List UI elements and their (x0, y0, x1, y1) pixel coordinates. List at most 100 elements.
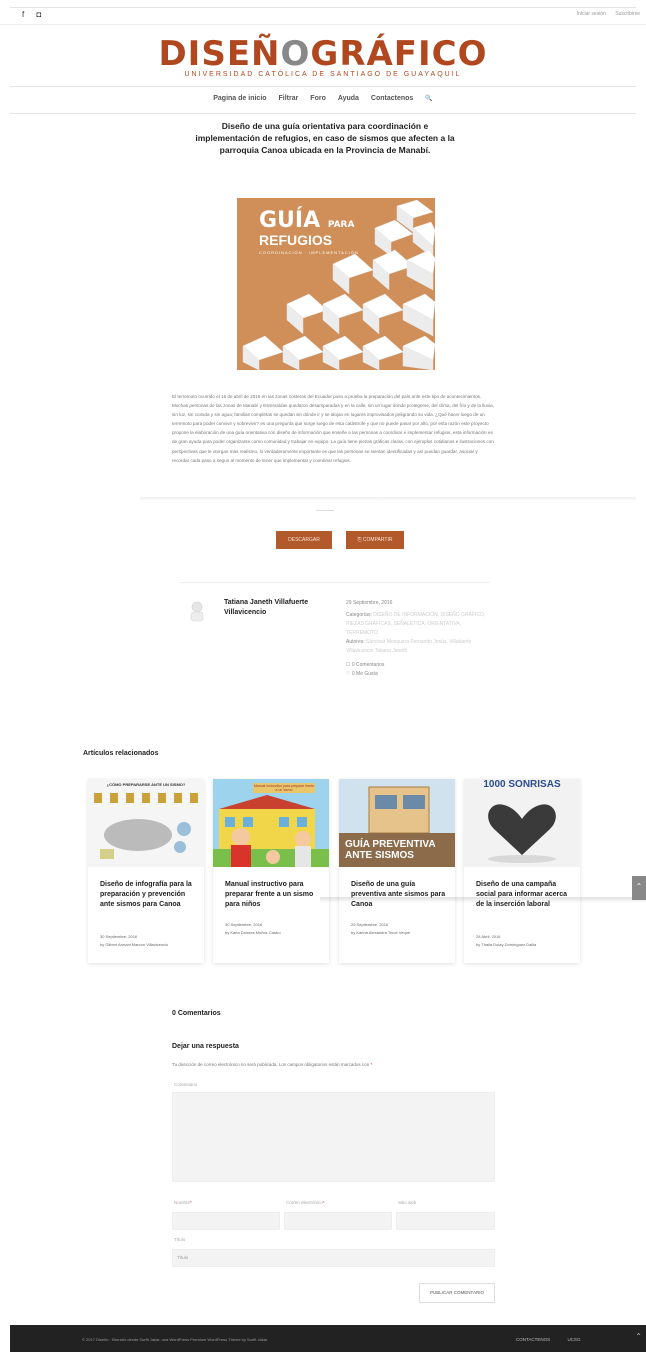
related-card-title[interactable]: Diseño de una campaña social para inform… (476, 880, 572, 910)
email-label-text: Correo electrónico (286, 1200, 323, 1205)
school-kids-icon (213, 795, 329, 867)
categories-label: Categorías: (346, 612, 372, 618)
heart-cake-icon (488, 804, 556, 863)
related-card-title[interactable]: Manual instructivo para preparar frente … (225, 880, 321, 910)
post-categories: Categorías: DISEÑO DE INFORMACIÓN, DISEÑ… (346, 611, 486, 638)
tent-icon (332, 253, 374, 295)
likes-count[interactable]: ♡ 0 Me Gusta (346, 670, 486, 679)
tent-icon (362, 335, 404, 370)
tent-icon (286, 293, 328, 335)
name-label: Nombre* (174, 1200, 192, 1205)
share-button[interactable]: ⎘ COMPARTIR (346, 531, 404, 549)
required-mark: * (190, 1200, 192, 1205)
comments-count[interactable]: ☐ 0 Comentarios (346, 661, 486, 670)
image-caption: GUÍA PREVENTIVA ANTE SISMOS (345, 839, 436, 861)
tent-icon (362, 293, 404, 335)
email-label: Correo electrónico* (286, 1200, 325, 1205)
required-note: Tu dirección de correo electrónico no se… (172, 1062, 372, 1067)
website-field[interactable] (396, 1212, 495, 1230)
dash-divider (316, 510, 334, 511)
logo-part-2: O (280, 34, 311, 74)
related-card-image: ¿CÓMO PREPARARSE ANTE UN SISMO? (88, 779, 204, 867)
logo-part-3: GRÁFICO (310, 34, 488, 74)
sticky-shadow (320, 897, 646, 903)
submit-comment-button[interactable]: PUBLICAR COMENTARIO (419, 1283, 495, 1303)
nav-item-contact[interactable]: Contactenos (371, 95, 413, 102)
footer-copyright: © 2017 Diseño · Borrarlo desde Surfit Ja… (82, 1337, 268, 1342)
comments-heading: 0 Comentarios (172, 1010, 221, 1017)
facebook-icon[interactable]: f (22, 10, 24, 19)
comment-label: Comentario (174, 1082, 198, 1087)
main-nav: Pagina de inicio Filtrar Foro Ayuda Cont… (0, 95, 646, 102)
tent-icon (322, 293, 364, 335)
name-label-text: Nombre (174, 1200, 191, 1205)
site-footer: © 2017 Diseño · Borrarlo desde Surfit Ja… (10, 1325, 646, 1352)
related-card-author: by Karina Alexandra Tinoé Veque (351, 930, 411, 935)
download-button[interactable]: DESCARGAR (276, 531, 332, 549)
chevron-up-icon[interactable]: ⌃ (635, 1332, 642, 1341)
related-card-title[interactable]: Diseño de infografía para la preparación… (100, 880, 196, 910)
search-icon[interactable]: 🔍 (425, 96, 432, 102)
related-card[interactable]: 1000 SONRISAS Diseño de una campaña soci… (464, 779, 580, 963)
login-link[interactable]: Iniciar sesión (577, 11, 606, 17)
authors-links[interactable]: Sánchez Mosquera Fernando Jesús, Villafu… (346, 639, 471, 654)
website-label: Sitio web (398, 1200, 417, 1205)
instagram-icon[interactable]: ◘ (36, 10, 41, 19)
name-field[interactable] (172, 1212, 280, 1230)
section-divider (140, 497, 636, 501)
tent-icon (322, 335, 364, 370)
top-bar: f ◘ Iniciar sesión Suscribirse (0, 0, 646, 25)
post-meta: 29 Septiembre, 2016 Categorías: DISEÑO D… (346, 599, 486, 679)
site-logo[interactable]: DISEÑOGRÁFICO UNIVERSIDAD CATÓLICA DE SA… (0, 34, 646, 78)
subscribe-link[interactable]: Suscribirse (615, 11, 640, 17)
footer-link-contact[interactable]: CONTACTENOS (516, 1337, 550, 1342)
reply-heading: Dejar una respuesta (172, 1043, 239, 1050)
cover-image: GUÍA PARA REFUGIOS COORDINACIÓN · IMPLEM… (237, 198, 435, 370)
related-card-image: Manual instructivo para preparar frente … (213, 779, 329, 867)
tents-illustration (242, 199, 435, 370)
title-label: Título (174, 1237, 186, 1242)
related-card-author: by Karla Dolores Muñoz Castro (225, 930, 281, 935)
author-name[interactable]: Tatiana Janeth Villafuerte Villavicencio (224, 598, 324, 618)
account-links: Iniciar sesión Suscribirse (569, 11, 640, 17)
related-card-image: GUÍA PREVENTIVA ANTE SISMOS (339, 779, 455, 867)
related-card[interactable]: GUÍA PREVENTIVA ANTE SISMOS Diseño de un… (339, 779, 455, 963)
related-card-date: 28 Abril, 2016 (476, 934, 501, 939)
related-card-image: 1000 SONRISAS (464, 779, 580, 867)
comment-icon: ☐ (346, 662, 351, 668)
title-placeholder: Título (177, 1255, 189, 1260)
related-card[interactable]: Manual instructivo para preparar frente … (213, 779, 329, 963)
tent-icon (402, 293, 435, 337)
top-line (10, 7, 636, 8)
footer-link-ucsg[interactable]: UCSG (567, 1337, 580, 1342)
infographic-icon (94, 793, 198, 859)
comments-count-label: 0 Comentarios (351, 662, 385, 668)
tent-icon (402, 335, 435, 370)
nav-item-help[interactable]: Ayuda (338, 95, 359, 102)
related-card-date: 29 Septiembre, 2016 (351, 922, 389, 927)
title-field[interactable]: Título (172, 1249, 495, 1267)
scroll-top-icon[interactable]: ⌃ (632, 876, 646, 900)
email-field[interactable] (284, 1212, 392, 1230)
footer-links: CONTACTENOS UCSG (516, 1337, 596, 1342)
related-card[interactable]: ¿CÓMO PREPARARSE ANTE UN SISMO? Diseño d… (88, 779, 204, 963)
tent-icon (406, 249, 435, 291)
related-heading: Artículos relacionados (83, 750, 159, 757)
logo-part-1: DISEÑ (158, 34, 281, 74)
related-card-date: 30 Septiembre, 2016 (100, 934, 138, 939)
post-authors: Autores: Sánchez Mosquera Fernando Jesús… (346, 638, 486, 656)
nav-item-forum[interactable]: Foro (310, 95, 326, 102)
social-links: f ◘ (22, 10, 51, 19)
heart-icon: ♡ (346, 671, 351, 677)
nav-item-home[interactable]: Pagina de inicio (213, 95, 266, 102)
logo-wordmark: DISEÑOGRÁFICO (0, 34, 646, 74)
nav-item-filter[interactable]: Filtrar (279, 95, 299, 102)
related-card-date: 30 Septiembre, 2016 (225, 922, 263, 927)
required-note-text: Tu dirección de correo electrónico no se… (172, 1062, 370, 1067)
comment-textarea[interactable] (172, 1092, 495, 1182)
related-card-title[interactable]: Diseño de una guía preventiva ante sismo… (351, 880, 447, 910)
avatar (190, 601, 204, 622)
post-date: 29 Septiembre, 2016 (346, 600, 393, 606)
authors-label: Autores: (346, 639, 365, 645)
post-description: El terremoto ocurrido el 16 de abril de … (172, 394, 495, 463)
